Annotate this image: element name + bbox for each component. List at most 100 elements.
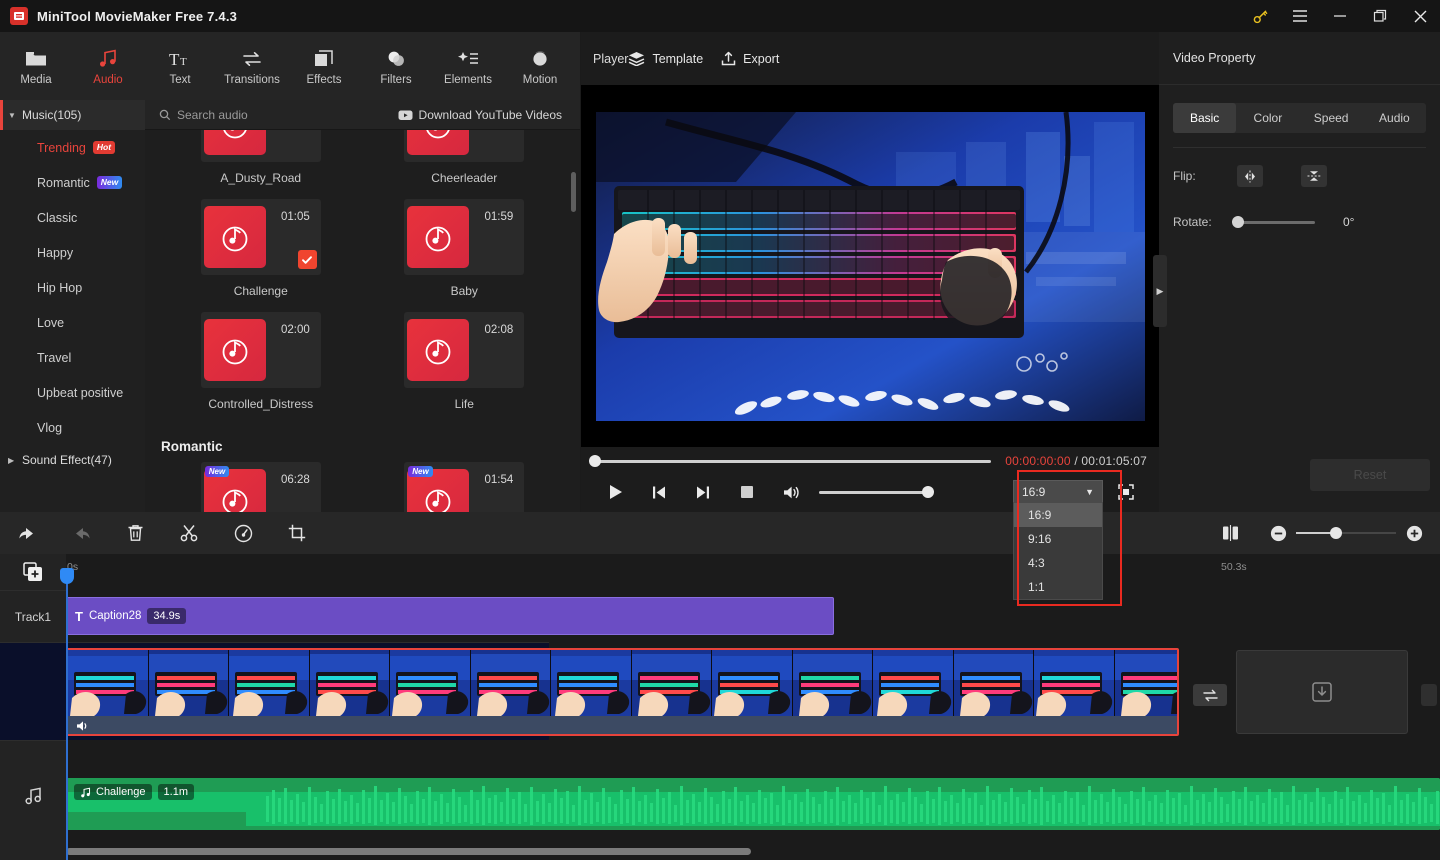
aspect-ratio-option-4-3[interactable]: 4:3	[1014, 551, 1102, 575]
aspect-ratio-dropdown-menu[interactable]: 16:9 9:16 4:3 1:1	[1013, 502, 1103, 600]
volume-icon[interactable]	[76, 720, 90, 732]
minimize-icon[interactable]	[1320, 0, 1360, 32]
audio-item[interactable]: 02:08 Life	[363, 312, 567, 425]
crop-button[interactable]	[270, 512, 324, 554]
timeline-edge-handle[interactable]	[1421, 684, 1437, 706]
sidebar-item-hip-hop[interactable]: Hip Hop	[0, 270, 145, 305]
audio-item[interactable]: Cheerleader	[363, 130, 567, 199]
search-input[interactable]: Search audio	[159, 108, 248, 122]
nav-tab-audio[interactable]: Audio	[72, 32, 144, 100]
sidebar-item-love[interactable]: Love	[0, 305, 145, 340]
category-group-sound-effect[interactable]: ▶ Sound Effect(47)	[0, 445, 145, 475]
audio-item[interactable]: 01:59 Baby	[363, 199, 567, 312]
sidebar-item-travel[interactable]: Travel	[0, 340, 145, 375]
sidebar-item-happy[interactable]: Happy	[0, 235, 145, 270]
tab-basic[interactable]: Basic	[1173, 103, 1237, 133]
tab-audio[interactable]: Audio	[1363, 103, 1426, 133]
audio-item-card[interactable]: 01:05	[200, 199, 321, 275]
timeline-video-track[interactable]	[66, 642, 1440, 740]
sidebar-item-classic[interactable]: Classic	[0, 200, 145, 235]
flip-vertical-icon[interactable]	[1301, 165, 1327, 187]
timeline-audio-track[interactable]: Challenge 1.1m	[66, 740, 1440, 850]
fullscreen-icon[interactable]	[1113, 476, 1139, 508]
audio-item-card[interactable]: 01:59	[404, 199, 525, 275]
hamburger-menu-icon[interactable]	[1280, 0, 1320, 32]
timeline-text-track[interactable]: T Caption28 34.9s	[66, 590, 1440, 642]
redo-button[interactable]	[54, 512, 108, 554]
timeline-ruler[interactable]: 0s 50.3s	[66, 554, 1440, 590]
panel-collapse-handle[interactable]: ▶	[1153, 255, 1167, 327]
playhead-handle[interactable]	[60, 568, 74, 584]
sidebar-item-upbeat-positive[interactable]: Upbeat positive	[0, 375, 145, 410]
audio-item-card[interactable]	[200, 130, 321, 162]
flip-horizontal-icon[interactable]	[1237, 165, 1263, 187]
template-button[interactable]: Template	[628, 51, 703, 66]
audio-item[interactable]: New 01:54	[363, 462, 567, 512]
zoom-out-icon[interactable]	[1266, 521, 1290, 545]
audio-item-card[interactable]: New 06:28	[200, 462, 321, 512]
maximize-icon[interactable]	[1360, 0, 1400, 32]
check-icon[interactable]	[297, 250, 317, 269]
add-media-icon[interactable]	[0, 554, 66, 590]
playhead[interactable]	[60, 568, 74, 860]
nav-tab-media[interactable]: Media	[0, 32, 72, 100]
nav-tab-motion[interactable]: Motion	[504, 32, 576, 100]
video-clip[interactable]	[66, 648, 1179, 736]
timeline-zoom-slider[interactable]	[1296, 527, 1396, 539]
audio-item[interactable]: A_Dusty_Road	[159, 130, 363, 199]
audio-item-card[interactable]: 02:00	[200, 312, 321, 388]
audio-clip[interactable]: Challenge 1.1m	[66, 778, 1440, 830]
key-icon[interactable]	[1240, 0, 1280, 32]
audio-item[interactable]: 01:05 Challenge	[159, 199, 363, 312]
tab-color[interactable]: Color	[1236, 103, 1299, 133]
export-button[interactable]: Export	[721, 51, 779, 66]
volume-icon[interactable]	[769, 476, 813, 508]
audio-item-card[interactable]: New 01:54	[404, 462, 525, 512]
category-group-music[interactable]: ▼ Music(105)	[0, 100, 145, 130]
nav-tab-text[interactable]: TT Text	[144, 32, 216, 100]
audio-item-card[interactable]	[404, 130, 525, 162]
track-gutter-audio[interactable]	[0, 740, 66, 850]
reset-button[interactable]: Reset	[1310, 459, 1430, 491]
library-scrollbar[interactable]	[571, 172, 576, 212]
seek-bar[interactable]	[589, 455, 992, 467]
play-icon[interactable]	[593, 476, 637, 508]
stop-icon[interactable]	[725, 476, 769, 508]
undo-button[interactable]	[0, 512, 54, 554]
volume-slider[interactable]	[819, 486, 934, 498]
library-grid-scroll-area[interactable]: A_Dusty_Road Cheerleader 01:05 Challenge…	[145, 130, 580, 512]
sidebar-item-vlog[interactable]: Vlog	[0, 410, 145, 445]
timeline-scrollbar-thumb[interactable]	[66, 848, 751, 855]
track-gutter-text[interactable]: Track1	[0, 590, 66, 642]
nav-tab-filters[interactable]: Filters	[360, 32, 432, 100]
audio-item[interactable]: New 06:28	[159, 462, 363, 512]
close-icon[interactable]	[1400, 0, 1440, 32]
volume-handle[interactable]	[922, 486, 934, 498]
seek-handle[interactable]	[589, 455, 601, 467]
tab-speed[interactable]: Speed	[1300, 103, 1363, 133]
sidebar-item-romantic[interactable]: Romantic New	[0, 165, 145, 200]
sidebar-item-trending[interactable]: Trending Hot	[0, 130, 145, 165]
aspect-ratio-option-1-1[interactable]: 1:1	[1014, 575, 1102, 599]
audio-item[interactable]: 02:00 Controlled_Distress	[159, 312, 363, 425]
timeline-horizontal-scrollbar[interactable]	[66, 848, 1440, 855]
split-button[interactable]	[162, 512, 216, 554]
aspect-ratio-option-16-9[interactable]: 16:9	[1014, 503, 1102, 527]
next-frame-icon[interactable]	[681, 476, 725, 508]
zoom-slider-handle[interactable]	[1330, 527, 1342, 539]
previous-frame-icon[interactable]	[637, 476, 681, 508]
rotate-slider[interactable]	[1232, 216, 1315, 228]
nav-tab-elements[interactable]: Elements	[432, 32, 504, 100]
download-youtube-videos-button[interactable]: Download YouTube Videos	[398, 108, 562, 122]
split-screen-icon[interactable]	[1218, 521, 1242, 545]
rotate-handle[interactable]	[1232, 216, 1244, 228]
delete-button[interactable]	[108, 512, 162, 554]
aspect-ratio-option-9-16[interactable]: 9:16	[1014, 527, 1102, 551]
transition-swap-icon[interactable]	[1193, 684, 1227, 706]
nav-tab-effects[interactable]: Effects	[288, 32, 360, 100]
zoom-in-icon[interactable]	[1402, 521, 1426, 545]
aspect-ratio-select[interactable]: 16:9 ▼	[1013, 480, 1103, 504]
nav-tab-transitions[interactable]: Transitions	[216, 32, 288, 100]
audio-item-card[interactable]: 02:08	[404, 312, 525, 388]
add-clip-placeholder[interactable]	[1236, 650, 1408, 734]
